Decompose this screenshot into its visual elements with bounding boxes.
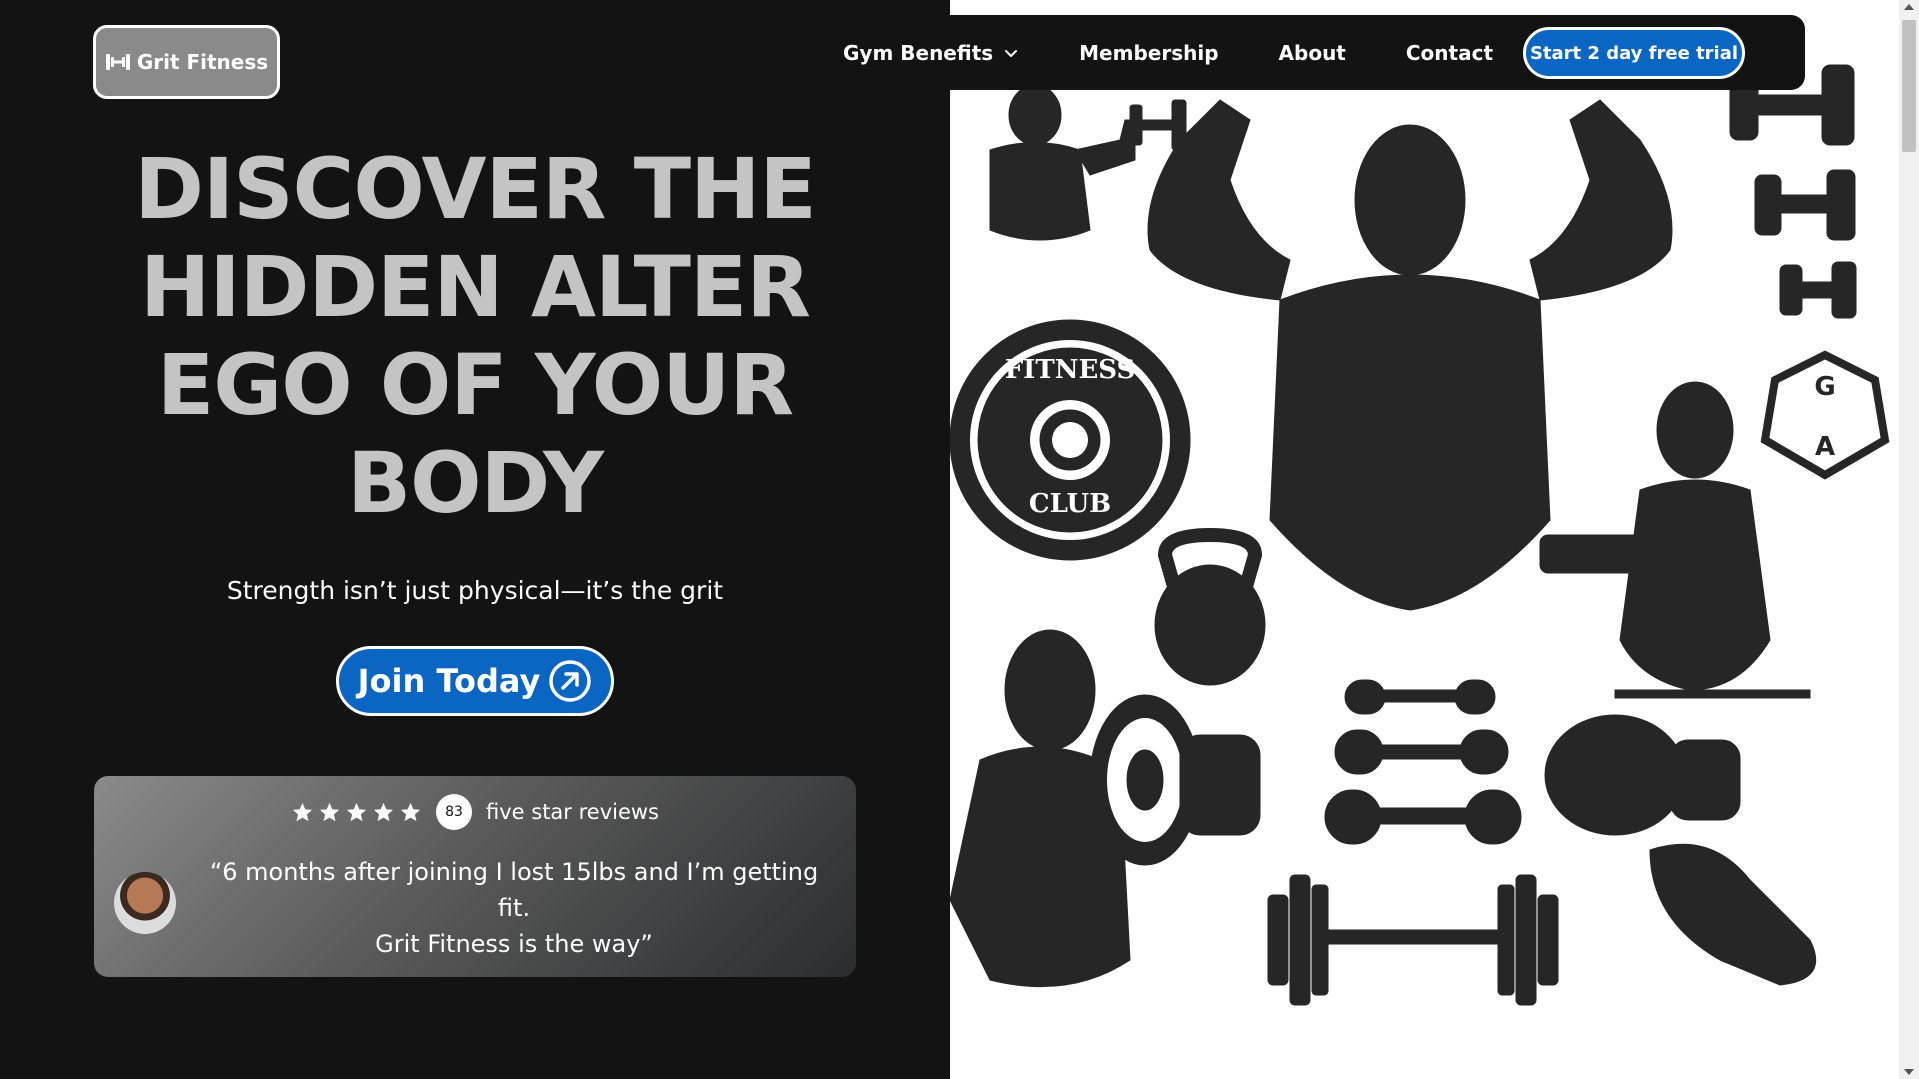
headline-line: EGO OF YOUR	[156, 336, 794, 434]
badge-letter: G	[1814, 372, 1835, 402]
nav-label: Gym Benefits	[843, 40, 994, 65]
kettlebell	[1154, 527, 1266, 686]
star-rating	[291, 801, 422, 824]
scroll-thumb[interactable]	[1902, 20, 1916, 152]
dumbbell-icon	[105, 54, 130, 70]
arrow-up-right-circle-icon	[549, 660, 592, 702]
nav-contact[interactable]: Contact	[1406, 41, 1493, 65]
logo-link[interactable]: Grit Fitness	[93, 25, 280, 99]
review-count-badge: 83	[436, 794, 472, 830]
star-icon	[373, 802, 394, 821]
nav-label: Contact	[1405, 40, 1494, 65]
logo-text: Grit Fitness	[136, 50, 269, 74]
barbell	[1267, 874, 1559, 1006]
dumbbell-rack	[1729, 64, 1857, 319]
hero-subtitle: Strength isn’t just physical—it’s the gr…	[226, 576, 724, 605]
nav-membership[interactable]: Membership	[1079, 41, 1218, 65]
avatar	[114, 872, 176, 934]
small-dumbbells	[1324, 679, 1522, 845]
testimonial-quote: “6 months after joining I lost 15lbs and…	[194, 854, 834, 962]
scroll-down-icon[interactable]	[1904, 1069, 1914, 1075]
star-icon	[346, 802, 367, 821]
free-trial-button[interactable]: Start 2 day free trial	[1523, 27, 1745, 79]
fitness-illustration: FITNESS CLUB G A	[950, 64, 1890, 1006]
review-label: five star reviews	[486, 800, 659, 824]
headline-line: BODY	[347, 434, 604, 532]
hero-illustration: FITNESS CLUB G A	[950, 0, 1899, 1079]
quote-line: Grit Fitness is the way”	[375, 930, 653, 958]
nav-label: Membership	[1079, 40, 1219, 65]
badge-letter: A	[1815, 432, 1835, 462]
nav-label: About	[1278, 40, 1346, 65]
star-icon	[319, 802, 340, 821]
headline-line: DISCOVER THE	[134, 140, 817, 238]
headline-line: HIDDEN ALTER	[140, 238, 811, 336]
nav-gym-benefits[interactable]: Gym Benefits	[843, 41, 1019, 65]
review-summary: 83 five star reviews	[94, 794, 856, 830]
hero-section: Grit Fitness DISCOVER THE HIDDEN ALTER E…	[0, 0, 950, 1079]
chevron-down-icon	[1005, 49, 1018, 57]
star-icon	[292, 802, 313, 821]
join-today-button[interactable]: Join Today	[336, 646, 614, 716]
star-icon	[400, 802, 421, 821]
page-scrollbar[interactable]	[1899, 0, 1919, 1079]
main-navbar: Gym Benefits Membership About Contact St…	[820, 15, 1805, 90]
join-today-label: Join Today	[357, 662, 541, 700]
quote-line: “6 months after joining I lost 15lbs and…	[209, 858, 819, 922]
review-card: 83 five star reviews “6 months after joi…	[94, 776, 856, 977]
hero-headline: DISCOVER THE HIDDEN ALTER EGO OF YOUR BO…	[120, 140, 830, 532]
plate-top-text: FITNESS	[1005, 355, 1136, 385]
scroll-up-icon[interactable]	[1904, 4, 1914, 10]
nav-about[interactable]: About	[1279, 41, 1346, 65]
arm-dumbbell-figure	[1544, 714, 1817, 986]
plate-bottom-text: CLUB	[1029, 489, 1111, 519]
